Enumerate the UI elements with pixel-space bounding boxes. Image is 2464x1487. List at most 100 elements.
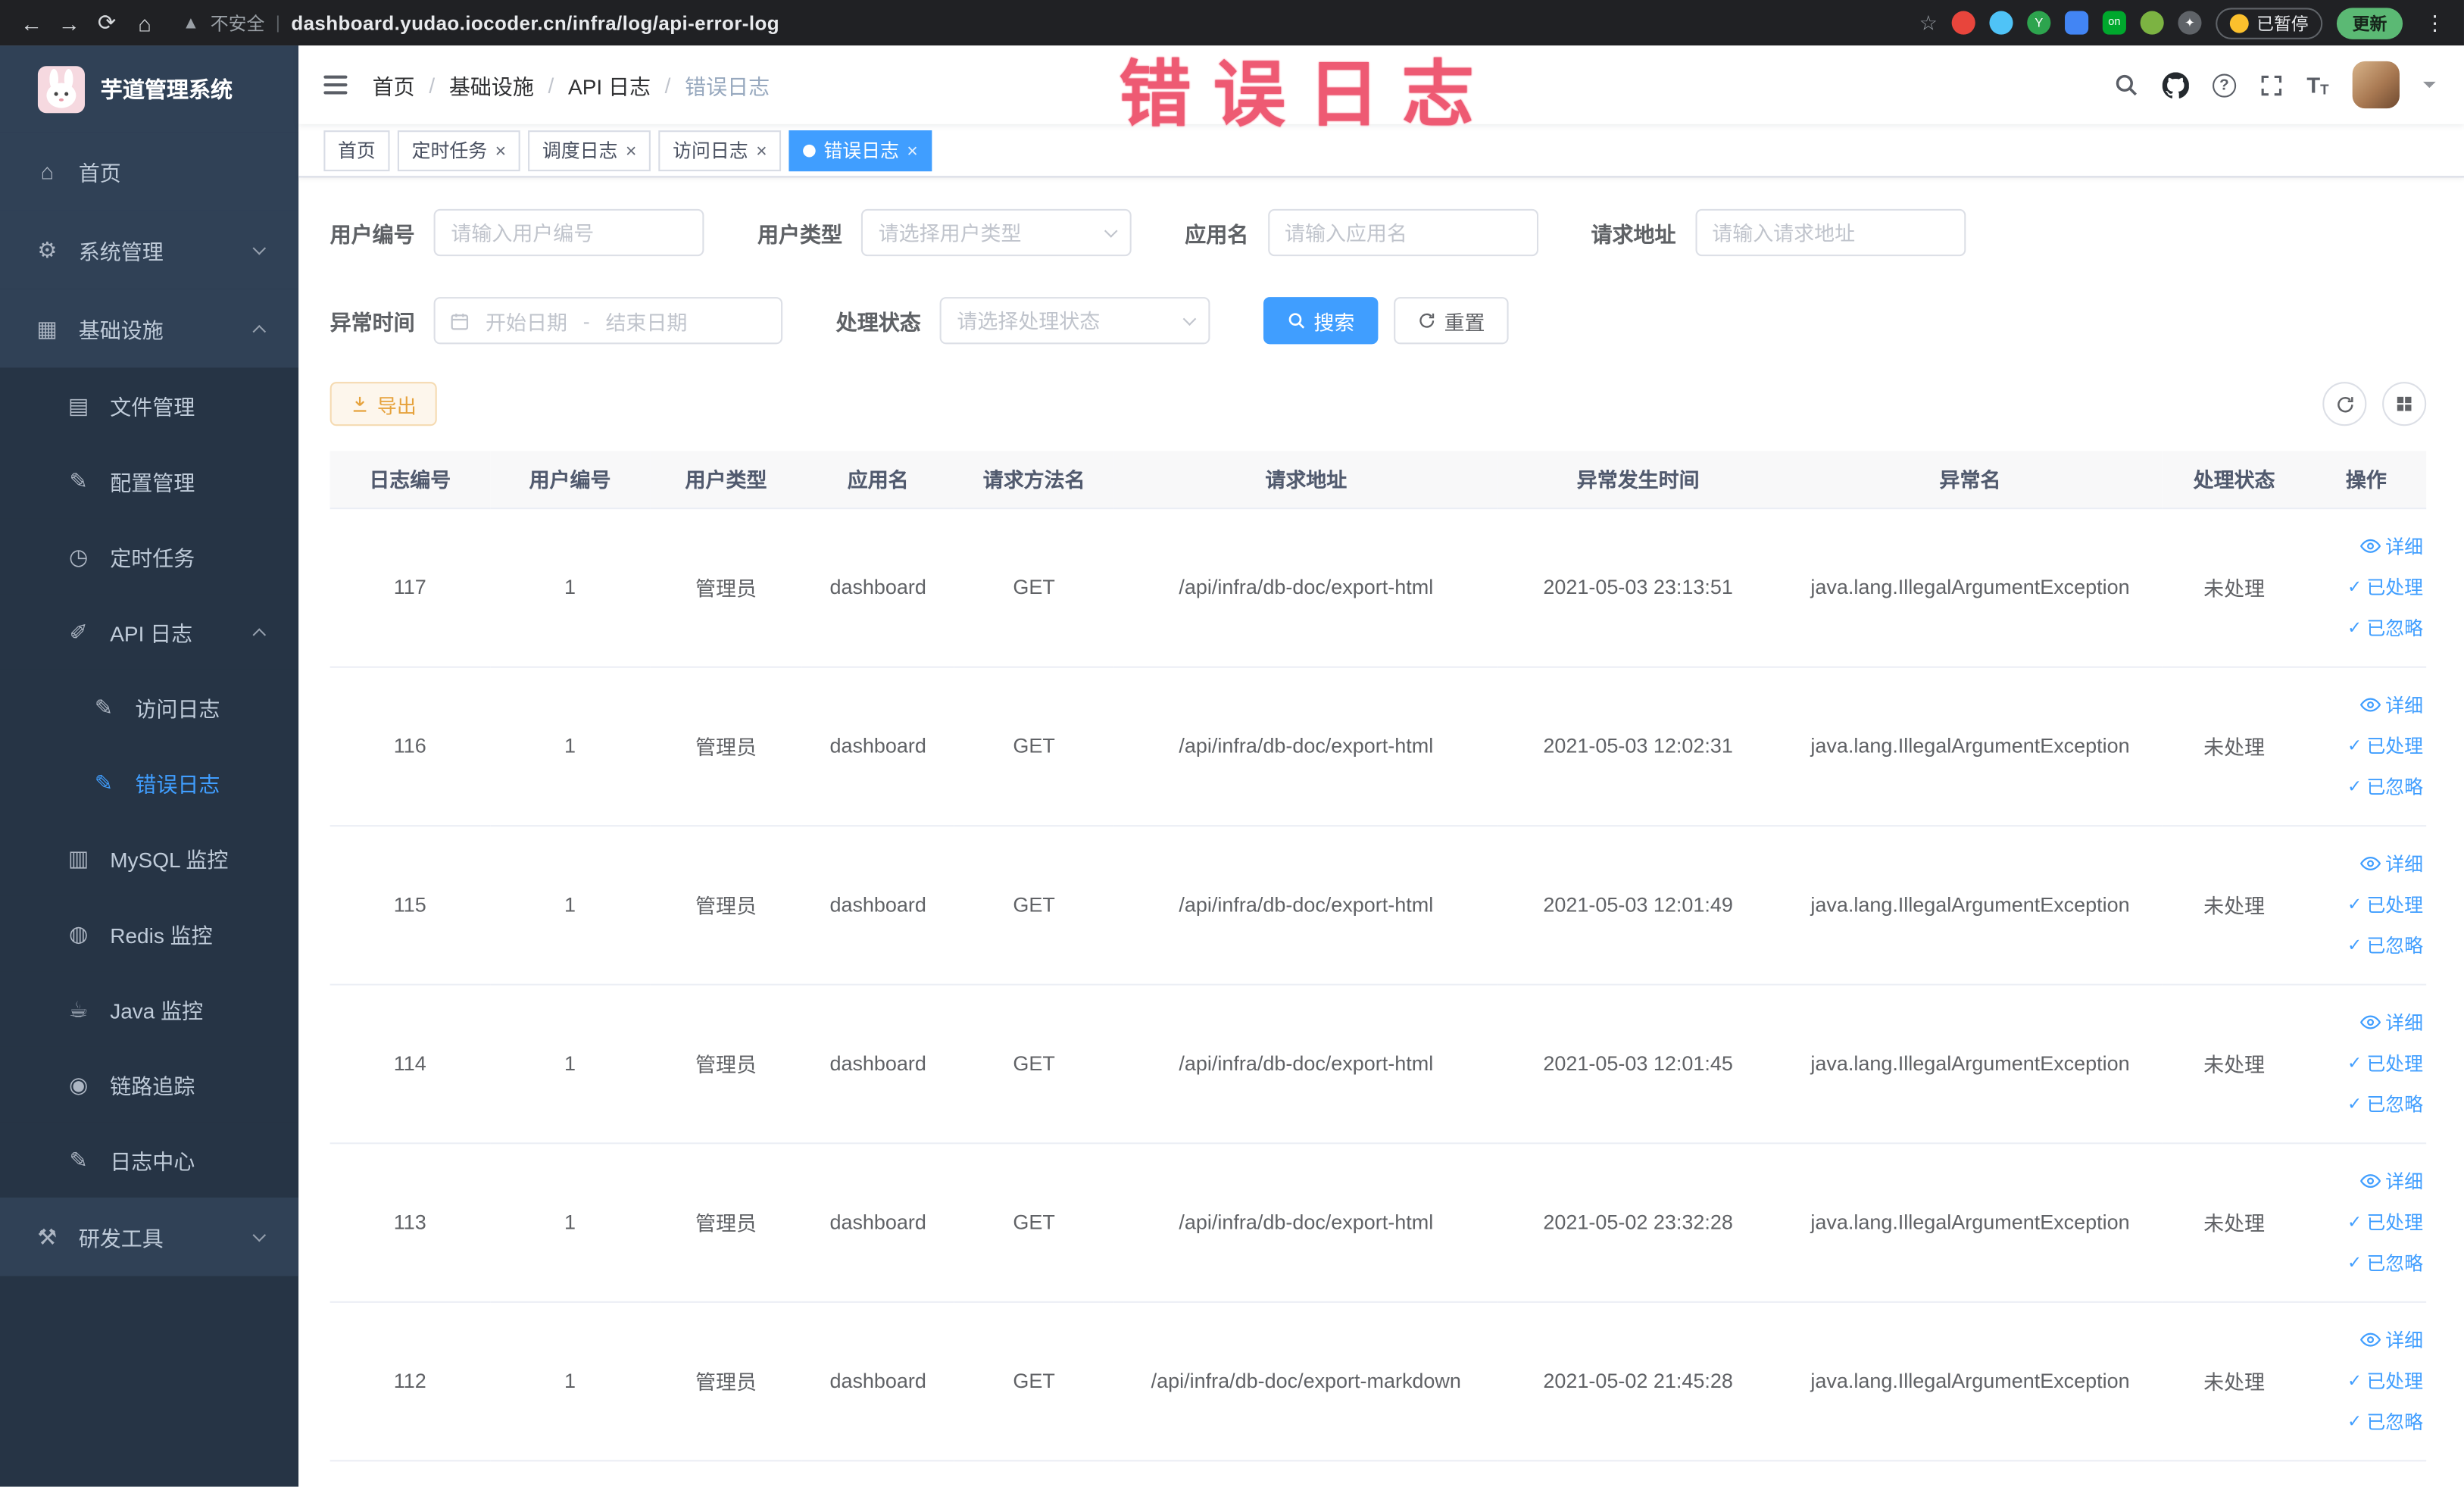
log-icon: ✐ xyxy=(69,618,88,644)
sidebar-item-infrastructure[interactable]: ▦ 基础设施 xyxy=(0,289,299,368)
active-dot xyxy=(803,143,816,157)
user-type-select[interactable] xyxy=(860,208,1132,257)
breadcrumb-home[interactable]: 首页 xyxy=(373,69,415,100)
sidebar-item-scheduled-tasks[interactable]: ◷ 定时任务 xyxy=(0,518,299,595)
close-icon[interactable]: × xyxy=(495,141,507,160)
cell-log-id: 117 xyxy=(329,508,490,667)
cell-log-id: 113 xyxy=(329,1142,490,1302)
close-icon[interactable]: × xyxy=(907,141,918,160)
ignored-link[interactable]: ✓ 已忽略 xyxy=(2313,608,2423,648)
filter-user-type: 用户类型 xyxy=(757,208,1132,257)
file-icon: ▤ xyxy=(67,392,89,417)
tag-error-log[interactable]: 错误日志 × xyxy=(789,130,932,171)
forward-icon[interactable]: → xyxy=(50,4,88,42)
reload-icon[interactable]: ⟳ xyxy=(88,4,126,42)
ignored-link[interactable]: ✓ 已忽略 xyxy=(2313,1401,2423,1442)
detail-link[interactable]: 详细 xyxy=(2313,526,2423,567)
ignored-link[interactable]: ✓ 已忽略 xyxy=(2313,1083,2423,1124)
tag-home[interactable]: 首页 xyxy=(323,130,390,171)
detail-link[interactable]: 详细 xyxy=(2313,843,2423,884)
fullscreen-icon[interactable] xyxy=(2259,73,2283,96)
detail-link[interactable]: 详细 xyxy=(2313,1320,2423,1360)
sidebar-item-home[interactable]: ⌂ 首页 xyxy=(0,132,299,211)
search-icon xyxy=(1287,311,1306,330)
processed-link[interactable]: ✓ 已处理 xyxy=(2313,1042,2423,1083)
caret-down-icon[interactable] xyxy=(2423,81,2436,95)
error-log-table: 日志编号 用户编号 用户类型 应用名 请求方法名 请求地址 异常发生时间 异常名… xyxy=(329,451,2427,1461)
filter-exception-time: 异常时间 开始日期 - 结束日期 xyxy=(330,297,783,345)
extension-icon-leaf[interactable] xyxy=(2140,11,2164,35)
hamburger-icon[interactable] xyxy=(323,75,348,95)
ignored-link[interactable]: ✓ 已忽略 xyxy=(2313,925,2423,966)
processed-link[interactable]: ✓ 已处理 xyxy=(2313,1360,2423,1401)
column-settings-button[interactable] xyxy=(2382,382,2427,426)
detail-link[interactable]: 详细 xyxy=(2313,1002,2423,1043)
sidebar-item-dev-tools[interactable]: ⚒ 研发工具 xyxy=(0,1197,299,1276)
tag-scheduled-tasks[interactable]: 定时任务 × xyxy=(397,130,520,171)
back-icon[interactable]: ← xyxy=(13,4,51,42)
address-divider: | xyxy=(275,13,280,33)
sidebar-item-mysql-monitor[interactable]: ▥ MySQL 监控 xyxy=(0,820,299,896)
user-id-input[interactable] xyxy=(433,208,704,257)
check-icon: ✓ xyxy=(2347,736,2363,756)
extension-icon-red[interactable] xyxy=(1951,11,1975,35)
extension-icon-blue-drop[interactable] xyxy=(1989,11,2013,35)
ignored-link[interactable]: ✓ 已忽略 xyxy=(2313,766,2423,807)
extension-icon-pinwheel[interactable]: ✦ xyxy=(2178,11,2202,35)
refresh-button[interactable] xyxy=(2322,382,2367,426)
processed-link[interactable]: ✓ 已处理 xyxy=(2313,725,2423,766)
detail-link[interactable]: 详细 xyxy=(2313,1161,2423,1201)
processed-link[interactable]: ✓ 已处理 xyxy=(2313,1201,2423,1242)
cell-log-id: 115 xyxy=(329,825,490,985)
cell-actions: 详细 ✓ 已处理 ✓ 已忽略 xyxy=(2306,1142,2427,1302)
reset-button[interactable]: 重置 xyxy=(1394,297,1509,345)
browser-menu-icon[interactable]: ⋮ xyxy=(2425,10,2445,35)
cell-exception: java.lang.IllegalArgumentException xyxy=(1778,508,2163,667)
extension-icon-on[interactable]: on xyxy=(2102,11,2126,35)
process-status-select[interactable] xyxy=(939,297,1210,345)
sidebar-item-file-management[interactable]: ▤ 文件管理 xyxy=(0,367,299,444)
sidebar-item-tracing[interactable]: ◉ 链路追踪 xyxy=(0,1046,299,1123)
cell-time: 2021-05-03 23:13:51 xyxy=(1497,508,1779,667)
close-icon[interactable]: × xyxy=(626,141,637,160)
sidebar-item-access-log[interactable]: ✎ 访问日志 xyxy=(0,669,299,745)
export-button[interactable]: 导出 xyxy=(329,382,437,426)
sidebar-item-system[interactable]: ⚙ 系统管理 xyxy=(0,210,299,289)
update-button[interactable]: 更新 xyxy=(2336,7,2403,39)
app-name-input[interactable] xyxy=(1267,208,1538,257)
home-icon[interactable]: ⌂ xyxy=(126,4,164,42)
sidebar-item-config-management[interactable]: ✎ 配置管理 xyxy=(0,443,299,519)
avatar[interactable] xyxy=(2352,61,2400,109)
extension-icon-green-y[interactable]: Y xyxy=(2027,11,2051,35)
tag-access-log[interactable]: 访问日志 × xyxy=(658,130,782,171)
breadcrumb-api-logs[interactable]: API 日志 xyxy=(568,69,651,100)
sidebar-item-error-log[interactable]: ✎ 错误日志 xyxy=(0,745,299,820)
ignored-link[interactable]: ✓ 已忽略 xyxy=(2313,1242,2423,1283)
col-method: 请求方法名 xyxy=(954,451,1114,509)
font-size-icon[interactable]: TT xyxy=(2306,72,2328,97)
tag-schedule-log[interactable]: 调度日志 × xyxy=(528,130,651,171)
chevron-up-icon xyxy=(252,627,267,641)
breadcrumb-infrastructure[interactable]: 基础设施 xyxy=(449,69,534,100)
close-icon[interactable]: × xyxy=(756,141,767,160)
search-button[interactable]: 搜索 xyxy=(1263,297,1379,345)
sidebar-item-api-logs[interactable]: ✐ API 日志 xyxy=(0,594,299,670)
bookmark-star-icon[interactable]: ☆ xyxy=(1919,10,1938,35)
sidebar-item-redis-monitor[interactable]: ◍ Redis 监控 xyxy=(0,895,299,972)
request-url-input[interactable] xyxy=(1694,208,1966,257)
sidebar-item-log-center[interactable]: ✎ 日志中心 xyxy=(0,1122,299,1198)
date-range-picker[interactable]: 开始日期 - 结束日期 xyxy=(433,297,783,345)
help-icon[interactable]: ? xyxy=(2212,73,2237,97)
tools-icon: ⚒ xyxy=(37,1223,58,1249)
sidebar-logo[interactable]: 芋道管理系统 xyxy=(0,45,299,133)
search-icon[interactable] xyxy=(2113,72,2138,97)
processed-link[interactable]: ✓ 已处理 xyxy=(2313,567,2423,608)
sidebar-item-java-monitor[interactable]: ☕ Java 监控 xyxy=(0,971,299,1047)
table-row: 112 1 管理员 dashboard GET /api/infra/db-do… xyxy=(329,1301,2427,1461)
extension-icon-grid[interactable] xyxy=(2065,11,2089,35)
processed-link[interactable]: ✓ 已处理 xyxy=(2313,884,2423,925)
address-bar[interactable]: ▲ 不安全 | dashboard.yudao.iocoder.cn/infra… xyxy=(164,10,1919,35)
paused-badge[interactable]: 已暂停 xyxy=(2216,7,2323,39)
detail-link[interactable]: 详细 xyxy=(2313,684,2423,725)
github-icon[interactable] xyxy=(2163,71,2189,98)
